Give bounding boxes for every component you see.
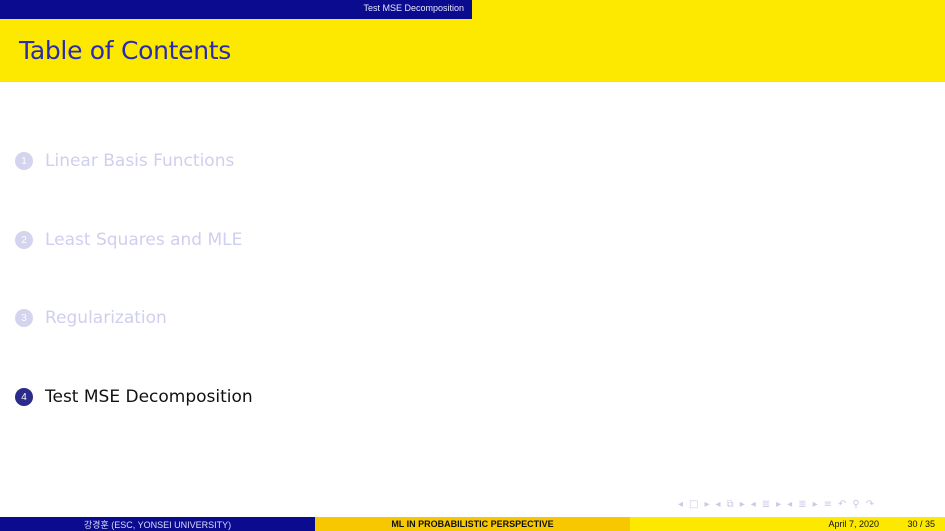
- back-icon[interactable]: ↶: [838, 499, 846, 510]
- frame-title-bar: Table of Contents: [0, 19, 945, 82]
- toc-item-test-mse-decomposition[interactable]: 4 Test MSE Decomposition: [15, 385, 253, 409]
- nav-next-subsection-icon[interactable]: ▸: [740, 499, 745, 510]
- toc-item-regularization[interactable]: 3 Regularization: [15, 306, 167, 330]
- nav-prev-section-2-icon[interactable]: ◂: [787, 499, 792, 510]
- forward-icon[interactable]: ↷: [866, 499, 874, 510]
- nav-prev-frame-icon[interactable]: ◂: [678, 499, 683, 510]
- footer-bar: 강경훈 (ESC, YONSEI UNIVERSITY) ML IN PROBA…: [0, 517, 945, 531]
- nav-prev-section-icon[interactable]: ◂: [751, 499, 756, 510]
- align-icon: ≡: [823, 498, 833, 510]
- nav-next-frame-icon[interactable]: ▸: [704, 499, 709, 510]
- nav-next-section-icon[interactable]: ▸: [776, 499, 781, 510]
- subsection-icon: ⧉: [726, 498, 734, 510]
- toc-number-badge: 1: [15, 152, 33, 170]
- footer-date: April 7, 2020: [828, 519, 879, 529]
- header-section-box[interactable]: Test MSE Decomposition: [0, 0, 472, 19]
- nav-prev-subsection-icon[interactable]: ◂: [716, 499, 721, 510]
- footer-title: ML IN PROBABILISTIC PERSPECTIVE: [315, 517, 630, 531]
- footer-author: 강경훈 (ESC, YONSEI UNIVERSITY): [0, 517, 315, 531]
- toc-number-badge: 4: [15, 388, 33, 406]
- frame-icon: □: [689, 498, 699, 510]
- toc-item-label: Regularization: [45, 308, 167, 328]
- nav-next-section-2-icon[interactable]: ▸: [813, 499, 818, 510]
- page-title: Table of Contents: [19, 36, 231, 65]
- section-2-icon: ≣: [798, 498, 807, 510]
- toc-item-label: Linear Basis Functions: [45, 151, 235, 171]
- toc-number-badge: 3: [15, 309, 33, 327]
- nav-search-icon[interactable]: ⚲: [852, 499, 859, 510]
- toc-number-badge: 2: [15, 231, 33, 249]
- toc-item-linear-basis-functions[interactable]: 1 Linear Basis Functions: [15, 149, 234, 173]
- section-icon: ≣: [761, 498, 771, 510]
- footer-page-number: 30 / 35: [907, 519, 935, 529]
- toc-item-label: Least Squares and MLE: [45, 230, 243, 250]
- toc-item-label: Test MSE Decomposition: [45, 387, 253, 407]
- footer-date-page: April 7, 2020 30 / 35: [630, 517, 945, 531]
- header-section-label: Test MSE Decomposition: [363, 3, 464, 13]
- beamer-navigation-symbols: ◂ □ ▸ ◂ ⧉ ▸ ◂ ≣ ▸ ◂ ≣ ▸ ≡ ↶ ⚲ ↷: [678, 497, 874, 511]
- toc-item-least-squares-and-mle[interactable]: 2 Least Squares and MLE: [15, 228, 242, 252]
- header-bar: Test MSE Decomposition: [0, 0, 945, 19]
